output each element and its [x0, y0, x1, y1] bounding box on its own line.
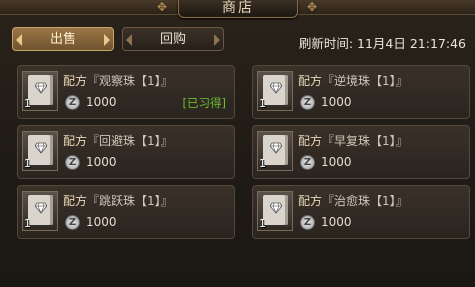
item-prefix: 配方 — [63, 74, 88, 88]
item-prefix: 配方 — [298, 194, 323, 208]
item-prefix: 配方 — [63, 134, 88, 148]
ornament-right-icon: ✥ — [306, 0, 318, 14]
item-title: 『治愈珠【1】』 — [322, 194, 408, 208]
item-price: 1000 — [321, 215, 352, 229]
item-price: 1000 — [321, 155, 352, 169]
item-icon-slot: 1 — [257, 131, 293, 171]
tab-arrow-left-icon — [126, 34, 132, 46]
item-price: 1000 — [86, 95, 117, 109]
coin-z-icon: Z — [65, 215, 80, 230]
item-icon-slot: 1 — [257, 191, 293, 231]
item-price: 1000 — [86, 215, 117, 229]
item-quantity: 1 — [24, 217, 31, 230]
item-name: 配方『观察珠【1】』 — [63, 72, 173, 89]
diamond-icon — [270, 82, 282, 94]
tab-arrow-right-icon — [104, 34, 110, 46]
diamond-icon — [270, 142, 282, 154]
coin-z-icon: Z — [300, 95, 315, 110]
shop-item-card[interactable]: 1 配方『跳跃珠【1】』 Z 1000 — [17, 185, 235, 239]
item-name: 配方『回避珠【1】』 — [63, 132, 173, 149]
item-quantity: 1 — [259, 157, 266, 170]
tab-arrow-right-icon — [214, 34, 220, 46]
item-name: 配方『治愈珠【1】』 — [298, 192, 408, 209]
coin-z-icon: Z — [300, 215, 315, 230]
item-title: 『早复珠【1】』 — [322, 134, 408, 148]
diamond-icon — [35, 202, 47, 214]
item-prefix: 配方 — [63, 194, 88, 208]
item-price: 1000 — [321, 95, 352, 109]
item-prefix: 配方 — [298, 134, 323, 148]
item-name: 配方『早复珠【1】』 — [298, 132, 408, 149]
item-name: 配方『跳跃珠【1】』 — [63, 192, 173, 209]
window-title: 商店 — [222, 0, 254, 16]
tab-sell[interactable]: 出售 — [12, 27, 114, 51]
coin-z-icon: Z — [300, 155, 315, 170]
item-title: 『观察珠【1】』 — [87, 74, 173, 88]
diamond-icon — [35, 82, 47, 94]
item-price: 1000 — [86, 155, 117, 169]
diamond-icon — [270, 202, 282, 214]
refresh-time: 刷新时间: 11月4日 21:17:46 — [298, 36, 466, 51]
title-plate: 商店 — [178, 0, 298, 18]
item-quantity: 1 — [24, 157, 31, 170]
item-name: 配方『逆境珠【1】』 — [298, 72, 408, 89]
item-title: 『跳跃珠【1】』 — [87, 194, 173, 208]
ornament-left-icon: ✥ — [156, 0, 168, 14]
coin-z-icon: Z — [65, 155, 80, 170]
tab-sell-label: 出售 — [49, 32, 76, 47]
diamond-icon — [35, 142, 47, 154]
shop-item-card[interactable]: 1 配方『回避珠【1】』 Z 1000 — [17, 125, 235, 179]
item-title: 『逆境珠【1】』 — [322, 74, 408, 88]
shop-item-card[interactable]: 1 配方『早复珠【1】』 Z 1000 — [252, 125, 470, 179]
shop-item-card[interactable]: 1 配方『治愈珠【1】』 Z 1000 — [252, 185, 470, 239]
item-prefix: 配方 — [298, 74, 323, 88]
item-icon-slot: 1 — [22, 71, 58, 111]
tab-buyback-label: 回购 — [159, 32, 186, 47]
item-icon-slot: 1 — [257, 71, 293, 111]
item-quantity: 1 — [259, 97, 266, 110]
tab-buyback[interactable]: 回购 — [122, 27, 224, 51]
item-icon-slot: 1 — [22, 131, 58, 171]
item-quantity: 1 — [259, 217, 266, 230]
shop-window: ✥ ✥ 商店 出售 回购 刷新时间: 11月4日 21:17:46 1 配方『观… — [0, 0, 475, 287]
learned-status: [已习得] — [182, 96, 226, 110]
shop-item-card[interactable]: 1 配方『观察珠【1】』 Z 1000 [已习得] — [17, 65, 235, 119]
coin-z-icon: Z — [65, 95, 80, 110]
tab-arrow-left-icon — [16, 34, 22, 46]
shop-item-card[interactable]: 1 配方『逆境珠【1】』 Z 1000 — [252, 65, 470, 119]
item-icon-slot: 1 — [22, 191, 58, 231]
item-quantity: 1 — [24, 97, 31, 110]
item-title: 『回避珠【1】』 — [87, 134, 173, 148]
